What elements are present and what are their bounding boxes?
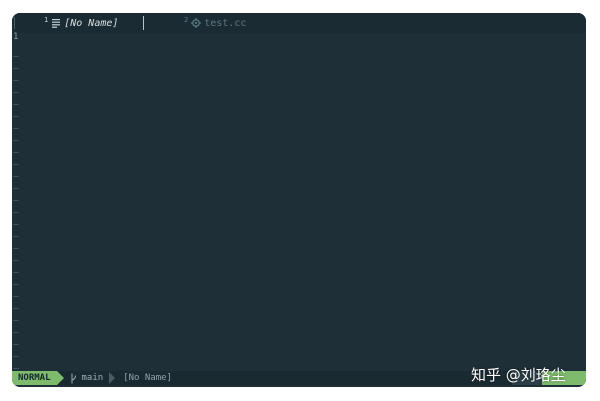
empty-line-marker xyxy=(13,260,19,261)
empty-line-marker xyxy=(13,104,19,105)
tab-number: 2 xyxy=(184,16,189,24)
empty-line-marker xyxy=(13,272,19,273)
empty-line-marker xyxy=(13,224,19,225)
status-filename: [No Name] xyxy=(123,373,172,383)
empty-line-marker xyxy=(13,320,19,321)
empty-line-marker xyxy=(13,92,19,93)
empty-line-marker xyxy=(13,68,19,69)
empty-line-marker xyxy=(13,56,19,57)
empty-line-marker xyxy=(13,164,19,165)
line-number: 1 xyxy=(13,32,19,42)
empty-line-marker xyxy=(13,296,19,297)
empty-line-marker xyxy=(13,308,19,309)
editor-area[interactable]: 1 xyxy=(12,32,586,373)
empty-line-marker xyxy=(13,176,19,177)
empty-line-marker xyxy=(13,356,19,357)
empty-line-marker xyxy=(13,284,19,285)
empty-line-marker xyxy=(13,188,19,189)
empty-line-marker xyxy=(13,80,19,81)
tab-label: [No Name] xyxy=(64,17,119,29)
empty-line-marker xyxy=(13,152,19,153)
branch-name: main xyxy=(81,373,104,383)
empty-line-marker xyxy=(13,344,19,345)
terminal-window: 1 [No Name] 2 test.cc 1 NORMAL main [No … xyxy=(12,13,586,387)
lines-icon xyxy=(52,19,61,28)
tab-separator xyxy=(143,16,144,30)
empty-line-marker xyxy=(13,368,19,369)
empty-line-marker xyxy=(13,236,19,237)
empty-line-marker xyxy=(13,116,19,117)
empty-line-marker xyxy=(13,140,19,141)
branch-separator xyxy=(109,372,116,384)
tab-number: 1 xyxy=(44,16,49,24)
tabline: 1 [No Name] 2 test.cc xyxy=(12,13,586,33)
empty-line-marker xyxy=(13,200,19,201)
tab-label: test.cc xyxy=(204,17,247,29)
mode-indicator: NORMAL xyxy=(12,371,57,385)
tab-no-name[interactable]: 1 [No Name] xyxy=(12,13,144,33)
empty-line-marker xyxy=(13,212,19,213)
empty-line-marker xyxy=(13,128,19,129)
tab-test-cc[interactable]: 2 test.cc xyxy=(184,13,304,33)
mode-separator xyxy=(56,371,64,385)
watermark: 知乎 @刘珞尘 xyxy=(471,366,566,384)
git-branch-icon xyxy=(71,373,76,383)
git-branch: main xyxy=(70,373,104,384)
empty-line-marker xyxy=(13,332,19,333)
empty-line-marker xyxy=(13,248,19,249)
gear-icon xyxy=(191,18,202,28)
